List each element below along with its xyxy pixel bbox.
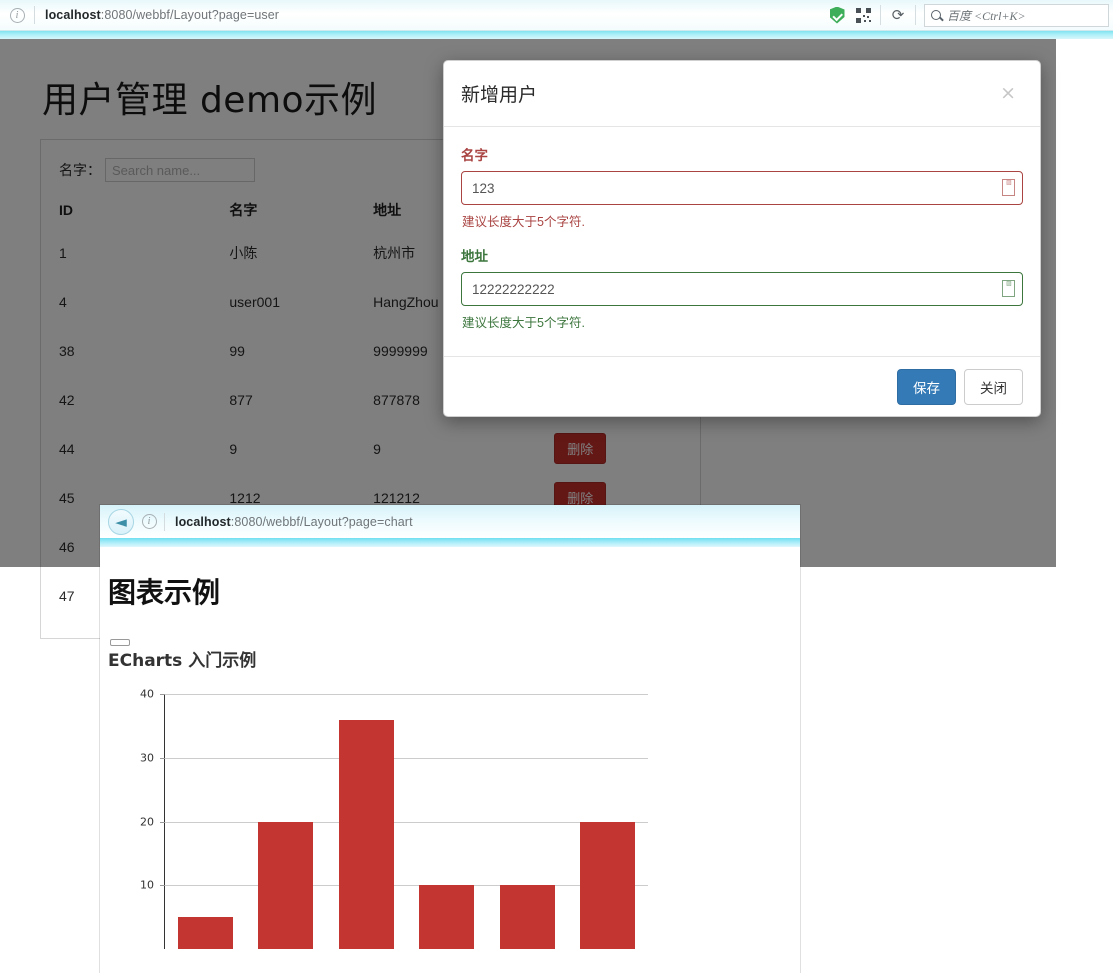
modal-header: 新增用户 × <box>444 61 1040 127</box>
glyph-box-icon: ▨ <box>1002 280 1015 297</box>
y-tick-label: 30 <box>140 751 154 765</box>
address-input-wrap: ▨ <box>461 272 1023 306</box>
glyph-box-icon: ▨ <box>1002 179 1015 196</box>
y-tick-label: 40 <box>140 687 154 701</box>
echarts-container[interactable]: ECharts 入门示例 10 20 30 40 <box>100 639 800 973</box>
bar[interactable] <box>580 821 636 949</box>
modal-footer: 保存 关闭 <box>444 356 1040 416</box>
bar-slot <box>568 694 649 973</box>
url-host-1: localhost <box>45 8 101 22</box>
url-path-1: :8080/webbf/Layout?page=user <box>100 8 280 22</box>
bar-slot <box>326 694 407 973</box>
bar[interactable] <box>258 821 314 949</box>
chart-page: 图表示例 ECharts 入门示例 10 20 30 40 <box>100 547 800 973</box>
add-user-modal: 新增用户 × 名字 ▨ 建议长度大于5个字符. 地址 ▨ 建议长度大于5个字符. <box>443 60 1041 417</box>
y-tick-label: 20 <box>140 815 154 828</box>
bar[interactable] <box>338 719 394 949</box>
browser-urlbar-2: ◄ i localhost:8080/webbf/Layout?page=cha… <box>100 505 800 538</box>
chart-title: ECharts 入门示例 <box>108 651 257 671</box>
url-text-1[interactable]: localhost:8080/webbf/Layout?page=user <box>35 8 279 22</box>
urlbar-accent-2 <box>100 538 800 547</box>
save-button[interactable]: 保存 <box>897 368 956 405</box>
url-host-2: localhost <box>175 514 231 529</box>
browser-window-chart: ◄ i localhost:8080/webbf/Layout?page=cha… <box>100 505 800 973</box>
form-group-name: 名字 ▨ 建议长度大于5个字符. <box>461 144 1023 230</box>
y-tick-label: 10 <box>140 878 154 892</box>
name-field-help: 建议长度大于5个字符. <box>462 215 585 229</box>
urlbar-divider-2 <box>880 5 881 25</box>
bar-slot <box>165 694 246 973</box>
back-arrow-icon[interactable]: ◄ <box>108 508 134 535</box>
name-field-label: 名字 <box>461 148 488 163</box>
url-text-2[interactable]: localhost:8080/webbf/Layout?page=chart <box>165 515 413 529</box>
qrcode-icon[interactable] <box>850 0 876 31</box>
modal-body: 名字 ▨ 建议长度大于5个字符. 地址 ▨ 建议长度大于5个字符. <box>444 127 1040 356</box>
form-group-address: 地址 ▨ 建议长度大于5个字符. <box>461 245 1023 331</box>
shield-icon[interactable] <box>824 0 850 31</box>
address-field-label: 地址 <box>461 249 488 264</box>
browser-search-placeholder: 百度 <Ctrl+K> <box>947 8 1026 23</box>
screenshot-stage: i localhost:8080/webbf/Layout?page=user <box>0 0 1113 973</box>
address-field-help: 建议长度大于5个字符. <box>462 316 585 330</box>
info-icon: i <box>0 0 34 31</box>
urlbar-actions-1: ⟳ 百度 <Ctrl+K> <box>824 0 1113 31</box>
name-field[interactable] <box>461 171 1023 205</box>
chart-plot-area: 10 20 30 40 <box>100 684 800 973</box>
address-field[interactable] <box>461 272 1023 306</box>
search-icon <box>931 10 941 20</box>
cancel-button[interactable]: 关闭 <box>964 368 1023 405</box>
url-path-2: :8080/webbf/Layout?page=chart <box>230 514 413 529</box>
chart-bars <box>165 694 648 973</box>
browser-urlbar-1: i localhost:8080/webbf/Layout?page=user <box>0 0 1113 31</box>
name-input-wrap: ▨ <box>461 171 1023 205</box>
chart-page-title: 图表示例 <box>108 576 221 609</box>
close-icon[interactable]: × <box>994 83 1022 104</box>
bar[interactable] <box>499 885 555 949</box>
modal-title: 新增用户 <box>461 84 538 106</box>
bar[interactable] <box>419 885 475 949</box>
chart-toolbox-icon[interactable] <box>110 639 130 646</box>
urlbar-divider-3 <box>915 5 916 25</box>
info-icon: i <box>134 506 164 537</box>
bar[interactable] <box>177 917 233 949</box>
browser-search-box[interactable]: 百度 <Ctrl+K> <box>924 3 1109 27</box>
urlbar-accent-1 <box>0 31 1113 39</box>
bar-slot <box>246 694 327 973</box>
bar-slot <box>407 694 488 973</box>
bar-slot <box>487 694 568 973</box>
reload-icon[interactable]: ⟳ <box>885 0 911 31</box>
